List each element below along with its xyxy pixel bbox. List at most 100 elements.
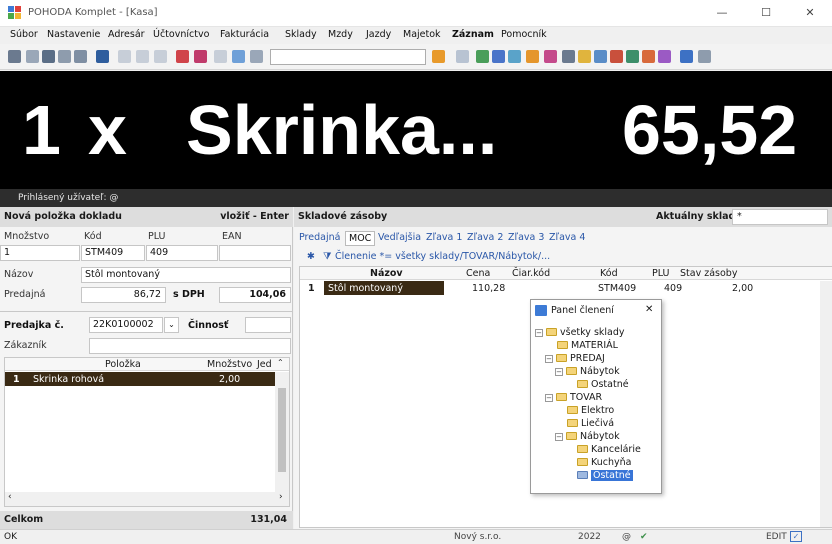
col-barcode[interactable]: Čiar.kód [512, 268, 550, 279]
scroll-thumb[interactable] [278, 388, 286, 472]
copy-icon[interactable] [26, 50, 39, 63]
ean-input[interactable] [219, 245, 291, 261]
truck-icon[interactable] [594, 50, 607, 63]
scroll-left-icon[interactable]: ‹ [8, 492, 12, 502]
current-stock-select[interactable]: * [732, 209, 828, 225]
settings-icon[interactable] [698, 50, 711, 63]
tree-node[interactable]: Ostatné [577, 378, 629, 391]
menu-subor[interactable]: Súbor [10, 29, 38, 40]
qty-input[interactable]: 1 [0, 245, 80, 261]
export-icon[interactable] [74, 50, 87, 63]
receipt-number-select[interactable]: 22K0100002 [89, 317, 163, 333]
filter-text[interactable]: Členenie *= všetky sklady/TOVAR/Nábytok/… [335, 249, 550, 264]
stock-vertical-scrollbar[interactable] [820, 281, 832, 527]
collapse-icon[interactable]: − [535, 329, 543, 337]
maximize-button[interactable]: ☐ [744, 0, 788, 27]
filter-icon[interactable]: ⧩ [323, 249, 331, 264]
sale-price-input[interactable]: 86,72 [81, 287, 166, 303]
activity-input[interactable] [245, 317, 291, 333]
tree-node[interactable]: − Nábytok [555, 430, 620, 443]
tree-node[interactable]: MATERIÁL [557, 339, 618, 352]
col-qty[interactable]: Množstvo [207, 359, 252, 370]
refresh-icon[interactable] [232, 50, 245, 63]
people-icon[interactable] [544, 50, 557, 63]
col-plu[interactable]: PLU [652, 268, 670, 279]
table-row[interactable]: 1 Stôl montovaný 110,28 STM409 409 2,00 [300, 281, 820, 295]
mail-icon[interactable] [658, 50, 671, 63]
plu-input[interactable]: 409 [146, 245, 218, 261]
menu-majetok[interactable]: Majetok [403, 29, 441, 40]
menu-adresar[interactable]: Adresár [108, 29, 145, 40]
tree-node[interactable]: − PREDAJ [545, 352, 605, 365]
menu-zaznam[interactable]: Záznam [452, 29, 494, 40]
menu-uctovnictvo[interactable]: Účtovníctvo [153, 29, 209, 40]
col-price[interactable]: Cena [466, 268, 490, 279]
code-input[interactable]: STM409 [81, 245, 145, 261]
collapse-icon[interactable]: − [555, 368, 563, 376]
tree-node[interactable]: − všetky sklady [535, 326, 625, 339]
tree-node[interactable]: Kancelárie [577, 443, 641, 456]
col-item[interactable]: Položka [105, 359, 141, 370]
sale-vat-input[interactable]: 104,06 [219, 287, 291, 303]
tree-node[interactable]: Liečivá [567, 417, 614, 430]
money-icon[interactable] [626, 50, 639, 63]
table-row[interactable]: 1 Skrinka rohová 2,00 [5, 372, 275, 386]
scroll-right-icon[interactable]: › [279, 492, 283, 502]
menu-fakturacia[interactable]: Fakturácia [220, 29, 269, 40]
delete-icon[interactable] [176, 50, 189, 63]
box-icon[interactable] [578, 50, 591, 63]
collapse-icon[interactable]: − [555, 433, 563, 441]
horizontal-scrollbar[interactable]: ‹ › [5, 492, 289, 506]
col-name[interactable]: Názov [370, 268, 403, 279]
chevron-down-icon[interactable]: ⌄ [164, 317, 179, 333]
col-stock[interactable]: Stav zásoby [680, 268, 737, 279]
chart-icon[interactable] [642, 50, 655, 63]
check-icon[interactable]: ✓ [790, 531, 802, 542]
cut-icon[interactable] [194, 50, 207, 63]
cart-icon[interactable] [610, 50, 623, 63]
star-icon[interactable]: ✱ [307, 249, 315, 264]
tree-node[interactable]: Elektro [567, 404, 614, 417]
menu-nastavenie[interactable]: Nastavenie [47, 29, 100, 40]
minimize-button[interactable]: — [700, 0, 744, 27]
book-icon[interactable] [562, 50, 575, 63]
calc-icon[interactable] [526, 50, 539, 63]
help-icon[interactable] [250, 50, 263, 63]
doc2-icon[interactable] [136, 50, 149, 63]
tree-node-selected[interactable]: Ostatné [577, 469, 633, 482]
clock-icon[interactable] [492, 50, 505, 63]
print-icon[interactable] [42, 50, 55, 63]
user-icon[interactable] [680, 50, 693, 63]
menu-jazdy[interactable]: Jazdy [366, 29, 391, 40]
tab-zlava-4[interactable]: Zľava 4 [549, 231, 585, 246]
save-icon[interactable] [96, 50, 109, 63]
tree-node[interactable]: Kuchyňa [577, 456, 632, 469]
calendar-icon[interactable] [508, 50, 521, 63]
new-icon[interactable] [8, 50, 21, 63]
customer-input[interactable] [89, 338, 291, 354]
tree-node[interactable]: − Nábytok [555, 365, 620, 378]
toolbar-combo[interactable] [270, 49, 426, 65]
collapse-icon[interactable]: − [545, 394, 553, 402]
panel-close-button[interactable]: ✕ [645, 304, 653, 315]
col-unit[interactable]: Jed [257, 359, 272, 370]
tab-zlava-3[interactable]: Zľava 3 [508, 231, 544, 246]
preview-icon[interactable] [58, 50, 71, 63]
vertical-scrollbar[interactable] [275, 372, 289, 492]
tree-node[interactable]: − TOVAR [545, 391, 602, 404]
collapse-icon[interactable]: − [545, 355, 553, 363]
tab-zlava-2[interactable]: Zľava 2 [467, 231, 503, 246]
menu-mzdy[interactable]: Mzdy [328, 29, 353, 40]
wizard-icon[interactable] [456, 50, 469, 63]
tab-zlava-1[interactable]: Zľava 1 [426, 231, 462, 246]
col-code[interactable]: Kód [600, 268, 618, 279]
close-button[interactable]: ✕ [788, 0, 832, 27]
tab-moc[interactable]: MOC [345, 231, 376, 246]
menu-sklady[interactable]: Sklady [285, 29, 317, 40]
doc3-icon[interactable] [154, 50, 167, 63]
name-input[interactable]: Stôl montovaný [81, 267, 291, 283]
menu-pomocnik[interactable]: Pomocník [501, 29, 547, 40]
tab-predajna[interactable]: Predajná [299, 231, 340, 246]
tab-vedlajsia[interactable]: Vedľajšia [378, 231, 421, 246]
doc-icon[interactable] [118, 50, 131, 63]
